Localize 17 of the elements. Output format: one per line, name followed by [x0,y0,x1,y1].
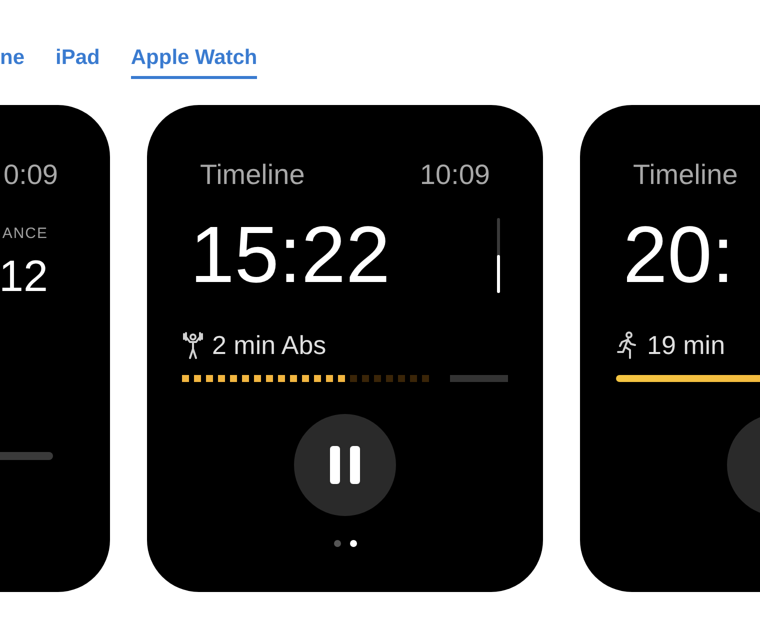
metric-label: ANCE [2,224,49,244]
metric-value: 12 [0,250,49,302]
device-tab[interactable]: iPad [56,44,100,79]
pause-icon [330,446,360,484]
weightlifter-icon [182,331,204,359]
clock-text: 0:09 [4,158,58,192]
activity-label: 2 min Abs [212,328,326,362]
device-tab[interactable]: ne [0,44,25,79]
screen-title: Timeline [633,158,738,192]
clock-text: 10:09 [420,158,490,192]
next-interval-bar [450,375,508,382]
screen-title: Timeline [200,158,305,192]
timer-text: 15:22 [190,210,390,300]
device-tab[interactable]: Apple Watch [130,44,258,79]
timer-text: 20: [623,210,734,300]
activity-label: 19 min [647,328,726,362]
runner-icon [615,331,639,359]
